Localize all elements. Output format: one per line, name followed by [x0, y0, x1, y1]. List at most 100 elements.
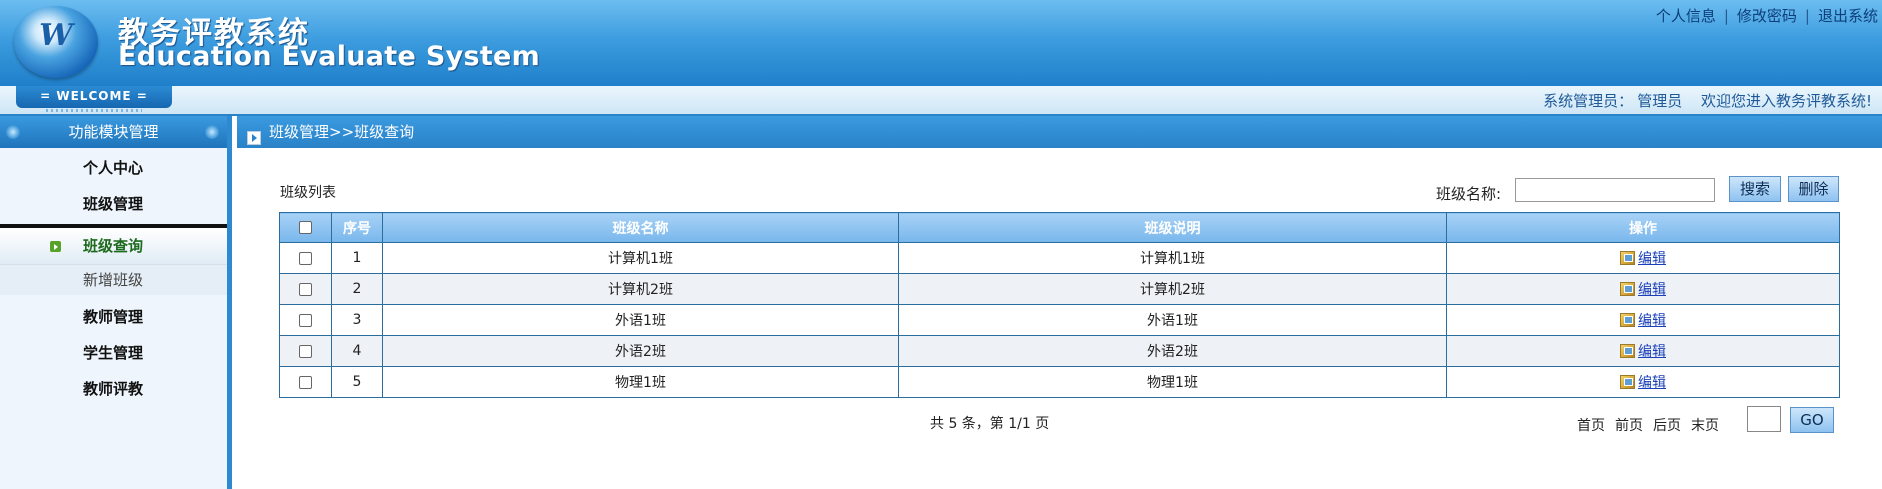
profile-link[interactable]: 个人信息: [1656, 7, 1716, 25]
edit-icon: [1620, 375, 1635, 389]
row-name: 计算机1班: [382, 242, 899, 274]
search-button[interactable]: 搜索: [1729, 176, 1781, 202]
table-row: 1 计算机1班 计算机1班 编辑: [279, 242, 1840, 274]
row-name: 物理1班: [382, 366, 899, 398]
row-desc: 计算机1班: [898, 242, 1447, 274]
edit-icon: [1620, 344, 1635, 358]
sidebar-item-personal-center[interactable]: 个人中心: [0, 150, 227, 186]
row-checkbox[interactable]: [299, 344, 312, 358]
row-select-cell: [279, 335, 332, 367]
knob-icon: [6, 125, 20, 139]
row-action-cell: 编辑: [1446, 366, 1840, 398]
edit-icon: [1620, 251, 1635, 265]
class-name-search-input[interactable]: [1515, 178, 1715, 202]
edit-link[interactable]: 编辑: [1638, 375, 1666, 391]
role-label: 系统管理员：: [1543, 92, 1634, 110]
pager-summary: 共 5 条，第 1/1 页: [930, 416, 1050, 432]
knob-icon: [205, 125, 219, 139]
breadcrumb: 班级管理>>班级查询: [269, 123, 415, 141]
pager-links: 首页 前页 后页 末页: [1577, 415, 1729, 435]
table-row: 2 计算机2班 计算机2班 编辑: [279, 273, 1840, 305]
table-row: 5 物理1班 物理1班 编辑: [279, 366, 1840, 398]
table-row: 4 外语2班 外语2班 编辑: [279, 335, 1840, 367]
column-header-action: 操作: [1446, 212, 1840, 243]
edit-link[interactable]: 编辑: [1638, 251, 1666, 267]
sidebar-item-class-query[interactable]: 班级查询: [0, 228, 227, 264]
row-action-cell: 编辑: [1446, 242, 1840, 274]
logo: W: [14, 6, 98, 78]
sidebar-item-teacher-management[interactable]: 教师管理: [0, 299, 227, 335]
edit-link[interactable]: 编辑: [1638, 313, 1666, 329]
sidebar-item-teacher-evaluation[interactable]: 教师评教: [0, 371, 227, 407]
page-number-input[interactable]: [1747, 406, 1781, 432]
row-no: 4: [331, 335, 383, 367]
row-action-cell: 编辑: [1446, 273, 1840, 305]
row-no: 5: [331, 366, 383, 398]
row-no: 1: [331, 242, 383, 274]
edit-icon: [1620, 313, 1635, 327]
row-name: 计算机2班: [382, 273, 899, 305]
last-page-link[interactable]: 末页: [1691, 418, 1719, 434]
row-no: 3: [331, 304, 383, 336]
arrow-right-icon: [50, 241, 61, 252]
row-select-cell: [279, 242, 332, 274]
row-checkbox[interactable]: [299, 282, 312, 296]
row-checkbox[interactable]: [299, 375, 312, 389]
welcome-tab-decoration: [46, 109, 142, 112]
select-all-cell: [279, 212, 332, 243]
row-select-cell: [279, 366, 332, 398]
logout-link[interactable]: 退出系统: [1818, 7, 1878, 25]
sidebar-item-class-management[interactable]: 班级管理: [0, 186, 227, 222]
sidebar-item-label: 班级查询: [83, 237, 144, 255]
app-title-en: Education Evaluate System: [118, 41, 541, 72]
row-desc: 计算机2班: [898, 273, 1447, 305]
column-header-no: 序号: [331, 212, 383, 243]
link-separator: |: [1804, 7, 1810, 25]
main-header: 班级管理>>班级查询: [237, 116, 1882, 148]
edit-link[interactable]: 编辑: [1638, 282, 1666, 298]
breadcrumb-arrow-icon: [247, 131, 261, 145]
welcome-bar: = WELCOME = 系统管理员： 管理员 欢迎您进入教务评教系统!: [0, 86, 1882, 116]
sidebar-item-add-class[interactable]: 新增班级: [0, 264, 227, 295]
table-row: 3 外语1班 外语1班 编辑: [279, 304, 1840, 336]
link-separator: |: [1723, 7, 1729, 25]
change-password-link[interactable]: 修改密码: [1737, 7, 1797, 25]
first-page-link[interactable]: 首页: [1577, 418, 1605, 434]
logo-letter: W: [39, 18, 73, 53]
user-info: 系统管理员： 管理员 欢迎您进入教务评教系统!: [1539, 90, 1872, 111]
row-desc: 外语1班: [898, 304, 1447, 336]
go-button[interactable]: GO: [1790, 407, 1834, 433]
row-action-cell: 编辑: [1446, 304, 1840, 336]
column-header-desc: 班级说明: [898, 212, 1447, 243]
column-header-name: 班级名称: [382, 212, 899, 243]
sidebar-header: 功能模块管理: [0, 116, 227, 148]
list-title: 班级列表: [280, 185, 336, 201]
welcome-tab-label: = WELCOME =: [40, 89, 148, 103]
row-name: 外语2班: [382, 335, 899, 367]
sidebar-item-student-management[interactable]: 学生管理: [0, 335, 227, 371]
select-all-checkbox[interactable]: [299, 221, 312, 234]
search-label: 班级名称:: [1436, 185, 1502, 203]
next-page-link[interactable]: 后页: [1653, 418, 1681, 434]
delete-button[interactable]: 删除: [1788, 176, 1839, 202]
row-checkbox[interactable]: [299, 251, 312, 265]
row-no: 2: [331, 273, 383, 305]
greeting-text: 欢迎您进入教务评教系统!: [1700, 92, 1872, 110]
sidebar: 功能模块管理 个人中心 班级管理 班级查询 新增班级 教师管理 学生管理 教师评…: [0, 116, 232, 489]
edit-icon: [1620, 282, 1635, 296]
welcome-tab: = WELCOME =: [16, 86, 172, 112]
row-desc: 外语2班: [898, 335, 1447, 367]
row-select-cell: [279, 273, 332, 305]
top-links: 个人信息 | 修改密码 | 退出系统: [1656, 5, 1878, 26]
row-desc: 物理1班: [898, 366, 1447, 398]
edit-link[interactable]: 编辑: [1638, 344, 1666, 360]
class-table: 序号 班级名称 班级说明 操作 1 计算机1班 计算机1班 编辑 2 计算机2班…: [279, 212, 1840, 398]
row-name: 外语1班: [382, 304, 899, 336]
row-select-cell: [279, 304, 332, 336]
sidebar-title: 功能模块管理: [68, 123, 159, 141]
app-header: W 教务评教系统 Education Evaluate System 个人信息 |…: [0, 0, 1882, 86]
prev-page-link[interactable]: 前页: [1615, 418, 1643, 434]
table-header-row: 序号 班级名称 班级说明 操作: [279, 212, 1840, 243]
row-checkbox[interactable]: [299, 313, 312, 327]
user-name: 管理员: [1637, 92, 1683, 110]
